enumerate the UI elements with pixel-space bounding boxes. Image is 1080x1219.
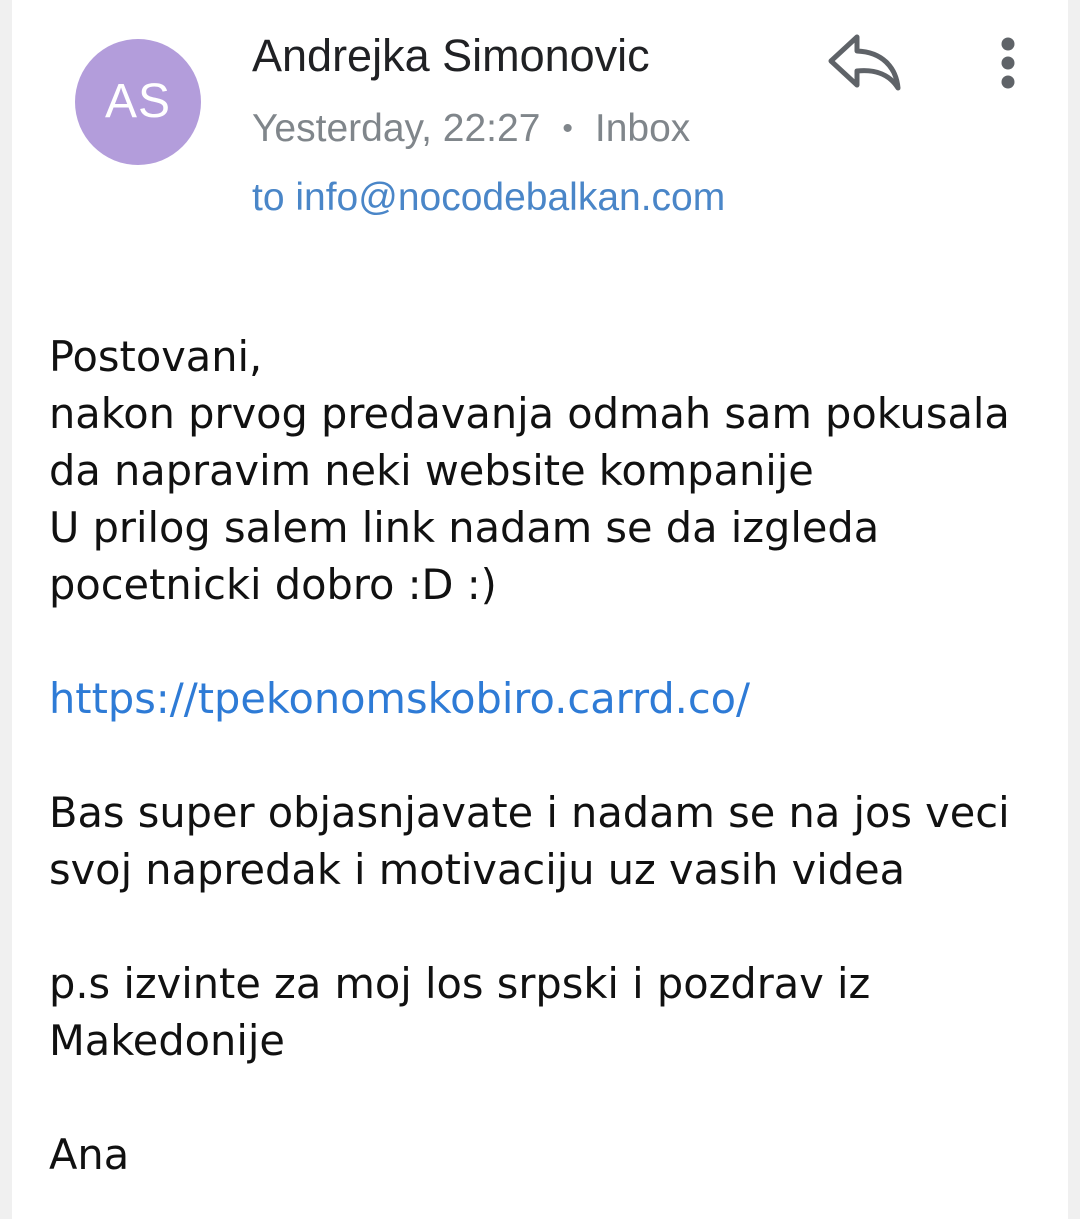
body-line: U prilog salem link nadam se da izgleda <box>49 503 880 552</box>
reply-icon <box>828 34 901 91</box>
timestamp: Yesterday, 22:27 <box>252 107 541 150</box>
sender-name[interactable]: Andrejka Simonovic <box>252 28 650 84</box>
body-line: svoj napredak i motivaciju uz vasih vide… <box>49 845 906 894</box>
message-body: Postovani, nakon prvog predavanja odmah … <box>49 328 1069 1183</box>
email-view: AS Andrejka Simonovic Yesterday, 22:27 • I… <box>12 0 1068 1219</box>
body-line: nakon prvog predavanja odmah sam pokusal… <box>49 389 1010 438</box>
reply-button[interactable] <box>824 30 908 96</box>
meta-separator: • <box>562 112 573 145</box>
sender-avatar[interactable]: AS <box>75 39 201 165</box>
signature: Ana <box>49 1130 130 1179</box>
more-vertical-icon <box>1001 37 1015 89</box>
body-line: p.s izvinte za moj los srpski i pozdrav … <box>49 959 871 1008</box>
body-line: da napravim neki website kompanije <box>49 446 814 495</box>
more-options-button[interactable] <box>984 30 1032 98</box>
body-line: Makedonije <box>49 1016 285 1065</box>
folder-label[interactable]: Inbox <box>595 107 690 150</box>
website-link-line: https://tpekonomskobiro.carrd.co/ <box>49 670 1069 727</box>
body-line: Bas super objasnjavate i nadam se na jos… <box>49 788 1010 837</box>
message-meta: Yesterday, 22:27 • Inbox <box>252 101 690 157</box>
recipient-details-link[interactable]: to info@nocodebalkan.com <box>252 170 725 226</box>
avatar-initials: AS <box>104 75 172 128</box>
greeting-line: Postovani, <box>49 332 263 381</box>
website-link[interactable]: https://tpekonomskobiro.carrd.co/ <box>49 674 750 723</box>
body-line: pocetnicki dobro :D :) <box>49 560 497 609</box>
